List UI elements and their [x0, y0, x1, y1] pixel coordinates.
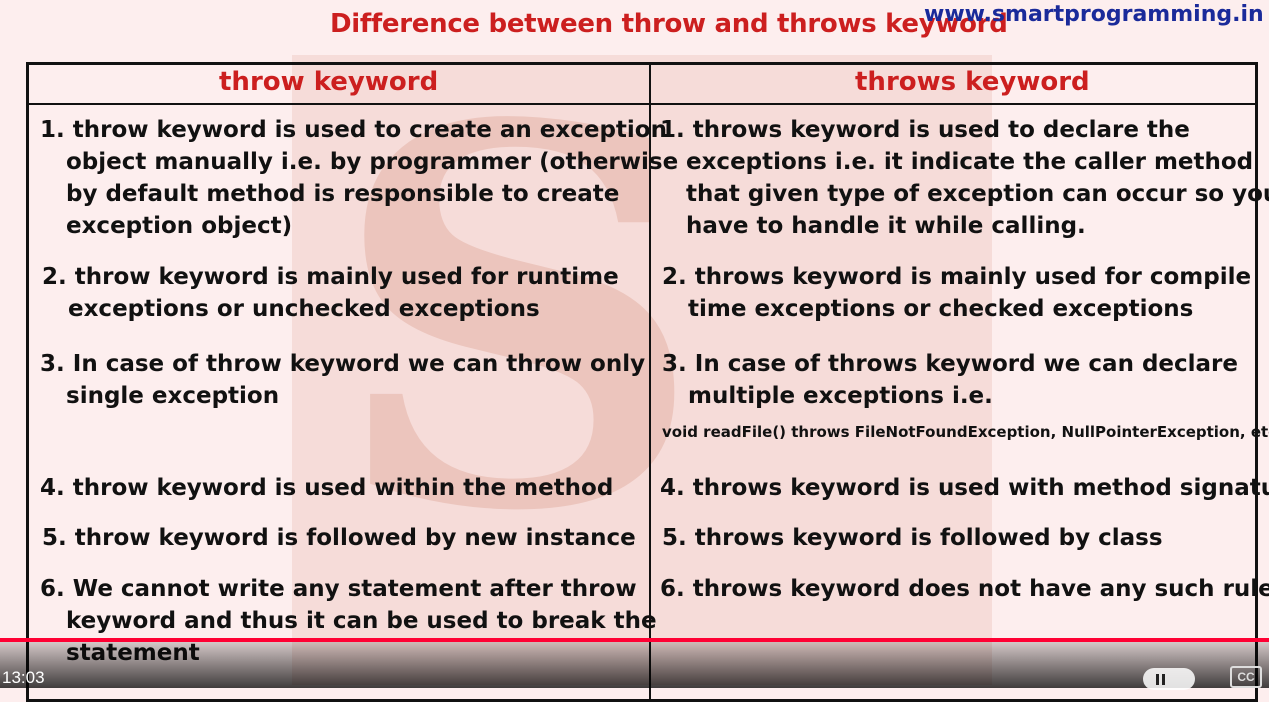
throw-point-2: 2. throw keyword is mainly used for runt… — [42, 264, 619, 322]
throw-point-5: 5. throw keyword is followed by new inst… — [42, 525, 636, 551]
throws-point-1: 1. throws keyword is used to declare the… — [660, 117, 1269, 239]
header-divider — [29, 103, 1255, 105]
website-url: www.smartprogramming.in — [924, 2, 1264, 27]
throw-point-4: 4. throw keyword is used within the meth… — [40, 475, 614, 501]
method-signature-example: void readFile() throws FileNotFoundExcep… — [662, 423, 1269, 441]
throws-point-4: 4. throws keyword is used with method si… — [660, 475, 1269, 501]
pause-icon-bar — [1162, 674, 1165, 685]
captions-button[interactable]: CC — [1230, 666, 1262, 688]
slide-title: Difference between throw and throws keyw… — [330, 9, 1008, 39]
throws-point-3: 3. In case of throws keyword we can decl… — [662, 351, 1238, 409]
throws-point-6: 6. throws keyword does not have any such… — [660, 576, 1269, 602]
throw-point-1: 1. throw keyword is used to create an ex… — [40, 117, 679, 239]
pause-icon — [1156, 674, 1159, 685]
player-controls-overlay — [0, 641, 1269, 688]
throws-point-5: 5. throws keyword is followed by class — [662, 525, 1163, 551]
throw-point-3: 3. In case of throw keyword we can throw… — [40, 351, 646, 409]
playback-time: 13:03 — [2, 668, 45, 687]
throws-point-2: 2. throws keyword is mainly used for com… — [662, 264, 1252, 322]
throws-column-header: throws keyword — [855, 67, 1090, 97]
throw-column-header: throw keyword — [219, 67, 439, 97]
autoplay-toggle[interactable] — [1143, 668, 1195, 690]
progress-bar-fill[interactable] — [0, 638, 1269, 642]
